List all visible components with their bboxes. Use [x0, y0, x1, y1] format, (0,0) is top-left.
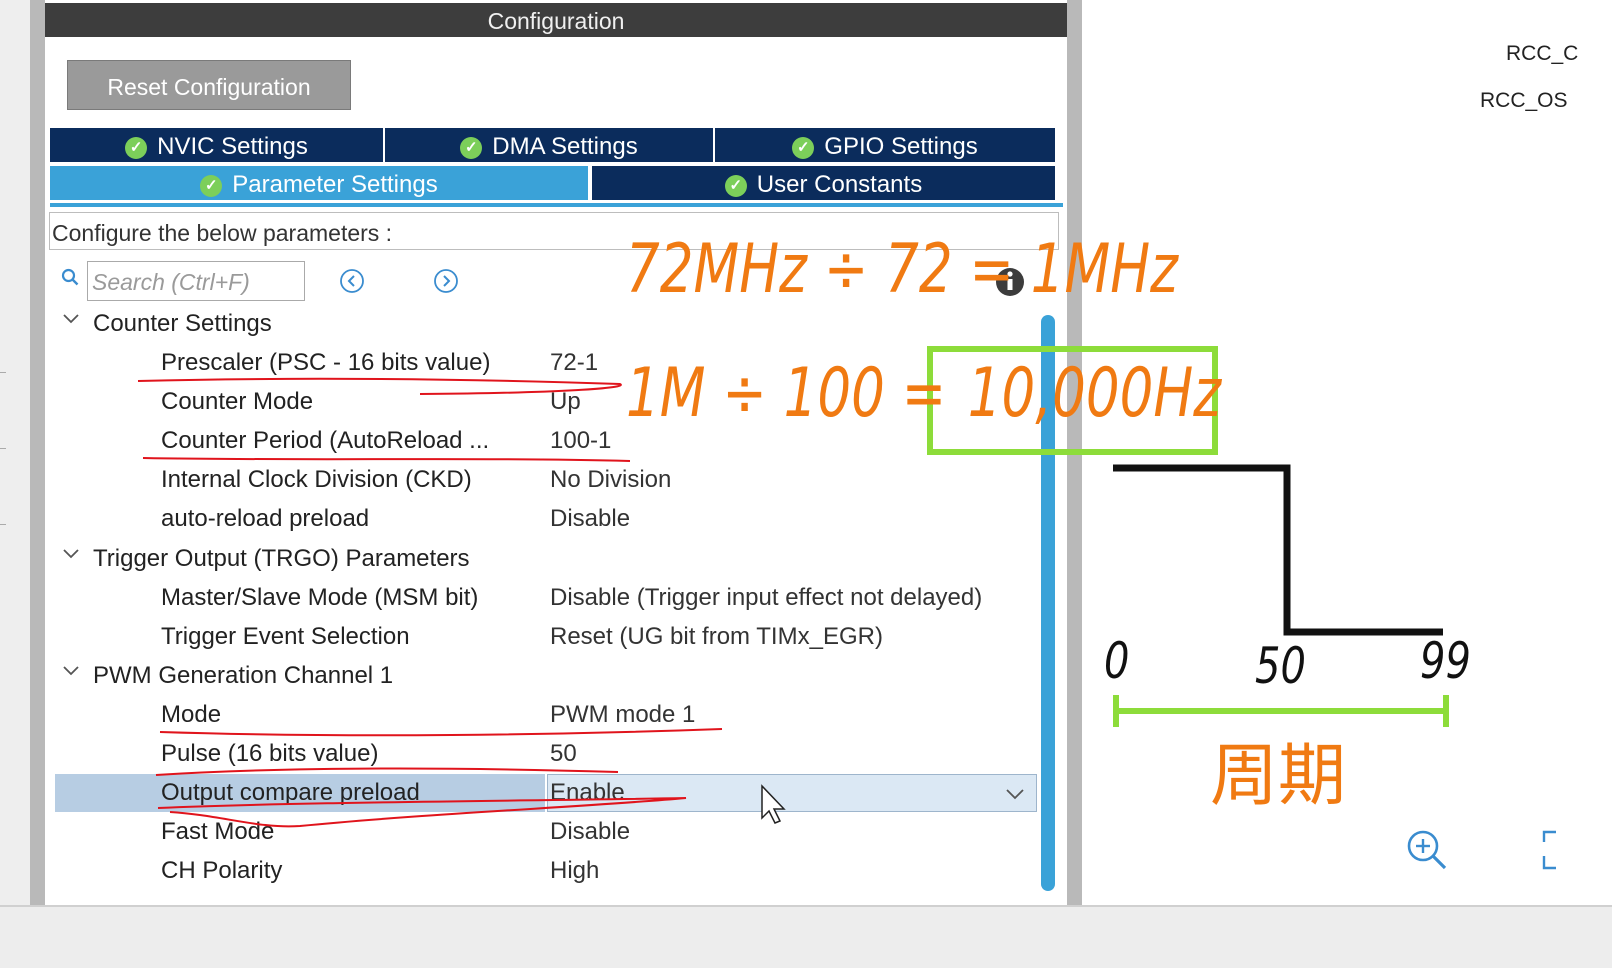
tab-user-constants[interactable]: ✓ User Constants: [592, 166, 1055, 200]
tab-parameter-settings[interactable]: ✓ Parameter Settings: [50, 166, 590, 200]
param-name: Prescaler (PSC - 16 bits value): [161, 349, 491, 376]
tab-label: GPIO Settings: [824, 133, 978, 160]
axis-label-50: 50: [1255, 637, 1306, 695]
search-icon: [61, 268, 79, 286]
edge-tick: [0, 448, 6, 449]
pinout-view-area: RCC_C RCC_OS: [1082, 0, 1612, 905]
param-name: Pulse (16 bits value): [161, 740, 379, 767]
group-title: Counter Settings: [93, 310, 272, 337]
panel-title: Configuration: [45, 3, 1067, 37]
check-icon: ✓: [200, 175, 223, 197]
left-edge-strip: [0, 0, 31, 905]
group-pwm-generation-channel-1[interactable]: PWM Generation Channel 1: [63, 662, 394, 690]
param-name: Counter Mode: [161, 388, 314, 415]
group-trigger-output[interactable]: Trigger Output (TRGO) Parameters: [63, 545, 470, 573]
tab-label: NVIC Settings: [157, 133, 308, 160]
param-value[interactable]: High: [550, 857, 599, 885]
param-value[interactable]: PWM mode 1: [550, 701, 695, 729]
next-arrow-icon[interactable]: [433, 268, 459, 294]
param-value[interactable]: 72-1: [550, 349, 598, 377]
check-icon: ✓: [724, 175, 747, 197]
param-value[interactable]: Disable: [550, 818, 630, 846]
check-icon: ✓: [792, 137, 815, 159]
param-name: Fast Mode: [161, 818, 275, 845]
param-name: Internal Clock Division (CKD): [161, 466, 472, 493]
param-value[interactable]: Reset (UG bit from TIMx_EGR): [550, 623, 883, 651]
configuration-panel: Configuration Reset Configuration ✓ NVIC …: [30, 0, 1082, 905]
configuration-panel-body: Configuration Reset Configuration ✓ NVIC …: [45, 0, 1067, 905]
tab-gpio-settings[interactable]: ✓ GPIO Settings: [715, 128, 1055, 162]
param-value[interactable]: Disable: [550, 505, 630, 533]
check-icon: ✓: [125, 137, 148, 159]
rcc-label: RCC_OS: [1480, 89, 1568, 112]
annotation-frequency-prefix: 1M ÷ 100 =: [626, 354, 964, 433]
param-name: Trigger Event Selection: [161, 623, 410, 650]
param-value[interactable]: Enable: [550, 779, 625, 807]
param-name: Output compare preload: [161, 779, 420, 806]
group-counter-settings[interactable]: Counter Settings: [63, 310, 272, 338]
tab-label: User Constants: [756, 171, 923, 198]
edge-tick: [0, 524, 6, 525]
chevron-down-icon: [63, 549, 79, 559]
reset-configuration-button[interactable]: Reset Configuration: [67, 60, 351, 110]
bottom-bar: [0, 905, 1612, 968]
param-name: Master/Slave Mode (MSM bit): [161, 584, 479, 611]
edge-tick: [0, 372, 6, 373]
param-name: Counter Period (AutoReload ...: [161, 427, 490, 454]
param-value[interactable]: 50: [550, 740, 577, 768]
search-input[interactable]: Search (Ctrl+F): [87, 261, 305, 301]
axis-label-99: 99: [1420, 632, 1471, 690]
axis-label-0: 0: [1104, 632, 1130, 690]
annotation-clock-calc: 72MHz ÷ 72 = 1MHz: [626, 230, 1179, 309]
check-icon: ✓: [460, 137, 483, 159]
tab-underline: [50, 203, 1063, 207]
param-name: Mode: [161, 701, 222, 728]
param-value[interactable]: No Division: [550, 466, 671, 494]
tab-nvic-settings[interactable]: ✓ NVIC Settings: [50, 128, 385, 162]
param-value[interactable]: Up: [550, 388, 581, 416]
tab-dma-settings[interactable]: ✓ DMA Settings: [385, 128, 715, 162]
rcc-label: RCC_C: [1506, 42, 1579, 65]
annotation-frequency-calc: 1M ÷ 100 = 10,000Hz: [626, 354, 1221, 433]
previous-arrow-icon[interactable]: [339, 268, 365, 294]
param-name: CH Polarity: [161, 857, 283, 884]
group-title: Trigger Output (TRGO) Parameters: [93, 545, 470, 572]
tab-label: DMA Settings: [492, 133, 638, 160]
chevron-down-icon[interactable]: [1004, 784, 1026, 804]
group-title: PWM Generation Channel 1: [93, 662, 394, 689]
chevron-down-icon: [63, 666, 79, 676]
chevron-down-icon: [63, 314, 79, 324]
param-value[interactable]: Disable (Trigger input effect not delaye…: [550, 584, 982, 612]
annotation-period: 周期: [1210, 737, 1347, 816]
tab-label: Parameter Settings: [232, 171, 438, 198]
param-value[interactable]: 100-1: [550, 427, 611, 455]
param-name: auto-reload preload: [161, 505, 370, 532]
annotation-frequency-result: 10,000Hz: [967, 354, 1222, 433]
